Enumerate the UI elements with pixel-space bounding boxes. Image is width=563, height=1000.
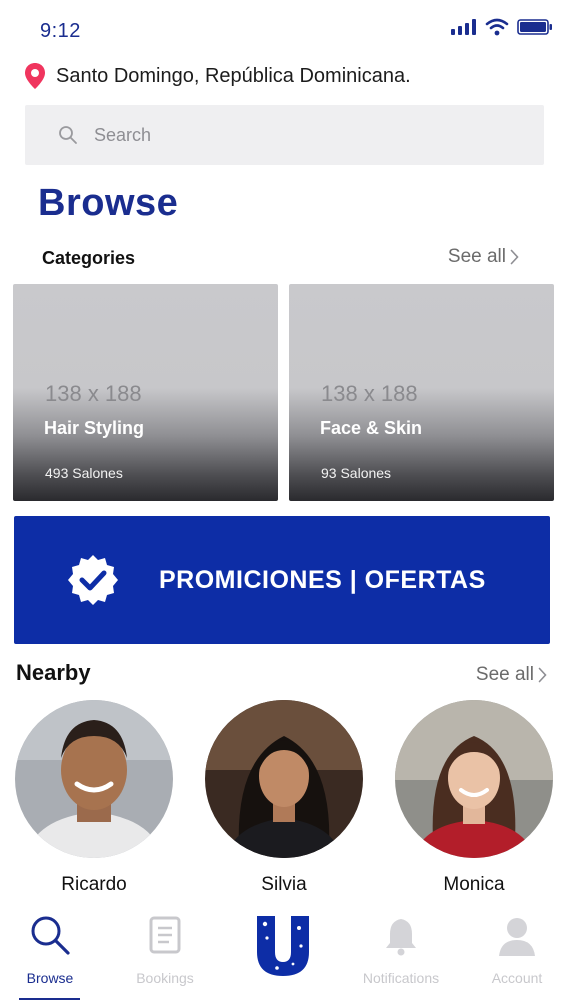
- image-placeholder-label: 138 x 188: [321, 381, 418, 406]
- status-time: 9:12: [40, 20, 81, 42]
- tab-label: Account: [491, 970, 543, 986]
- tab-browse[interactable]: Browse: [0, 912, 100, 1000]
- status-icons: [451, 16, 553, 38]
- promotions-label: PROMICIONES | OFERTAS: [159, 565, 486, 594]
- category-name: Face & Skin: [320, 418, 423, 438]
- search-icon: [31, 916, 70, 955]
- category-name: Hair Styling: [44, 418, 145, 438]
- promotions-banner[interactable]: PROMICIONES | OFERTAS: [14, 516, 550, 644]
- avatar: [205, 700, 363, 858]
- person-icon: [499, 918, 535, 956]
- status-bar: 9:12: [0, 0, 563, 56]
- avatar: [395, 700, 553, 858]
- chevron-right-icon: [538, 667, 547, 683]
- document-icon: [149, 916, 181, 954]
- tab-account[interactable]: Account: [467, 912, 563, 986]
- nearby-see-all-link[interactable]: See all: [476, 664, 547, 686]
- search-placeholder: Search: [94, 124, 152, 145]
- category-card-hair-styling[interactable]: 138 x 188 Hair Styling 493 Salones: [13, 284, 278, 501]
- bell-icon: [386, 919, 416, 956]
- nearby-person-card[interactable]: Silvia: [204, 700, 364, 896]
- nearby-header: Nearby See all: [0, 658, 563, 690]
- category-count: 93 Salones: [321, 465, 392, 481]
- avatar: [15, 700, 173, 858]
- category-card-face-skin[interactable]: 138 x 188 Face & Skin 93 Salones: [289, 284, 554, 501]
- tab-bookings[interactable]: Bookings: [115, 912, 215, 986]
- location-pin-icon: [25, 63, 45, 89]
- page-title: Browse: [38, 182, 179, 224]
- nearby-title: Nearby: [16, 660, 91, 685]
- location-text: Santo Domingo, República Dominicana.: [56, 64, 411, 87]
- categories-title: Categories: [42, 248, 136, 268]
- categories-see-all-link[interactable]: See all: [448, 246, 519, 268]
- category-count: 493 Salones: [45, 465, 123, 481]
- see-all-label: See all: [447, 246, 506, 267]
- battery-icon: [517, 19, 552, 35]
- search-icon: [59, 126, 77, 144]
- tab-label: Bookings: [136, 970, 194, 986]
- verified-badge-icon: [68, 555, 118, 605]
- image-placeholder-label: 138 x 188: [45, 381, 142, 406]
- nearby-person-card[interactable]: Ricardo: [14, 700, 174, 896]
- person-name: Silvia: [261, 874, 307, 895]
- location-selector[interactable]: Santo Domingo, República Dominicana.: [24, 62, 411, 90]
- person-name: Ricardo: [61, 874, 127, 895]
- tab-label: Notifications: [362, 970, 440, 986]
- tab-notifications[interactable]: Notifications: [351, 912, 451, 986]
- see-all-label: See all: [475, 664, 534, 685]
- search-input[interactable]: Search: [25, 105, 544, 165]
- nearby-person-card[interactable]: Monica: [394, 700, 554, 896]
- categories-header: Categories See all: [0, 242, 563, 274]
- wifi-icon: [485, 18, 509, 36]
- signal-icon: [451, 19, 476, 35]
- app-logo-icon[interactable]: [253, 912, 313, 978]
- tab-label: Browse: [26, 970, 74, 986]
- person-name: Monica: [443, 874, 505, 895]
- chevron-right-icon: [510, 249, 519, 265]
